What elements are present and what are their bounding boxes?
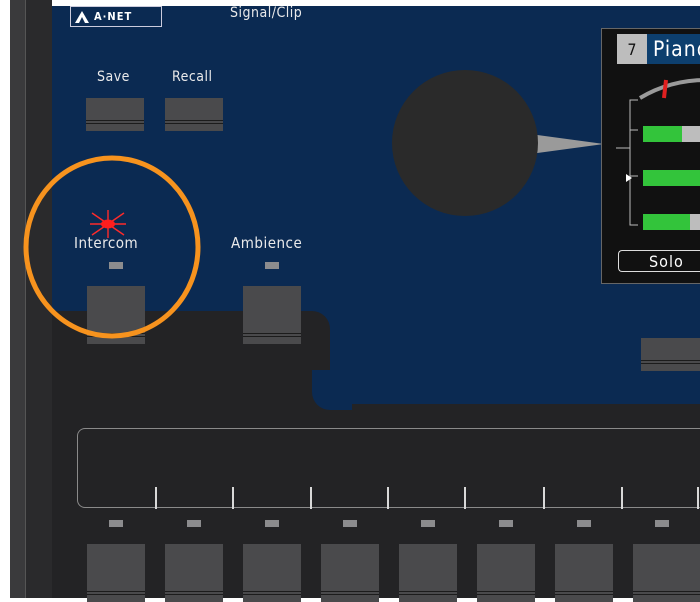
strip-tick <box>310 487 312 509</box>
strip-tick <box>155 487 157 509</box>
strip-tick <box>387 487 389 509</box>
channel-button-2[interactable] <box>165 544 223 602</box>
anet-logo-icon <box>75 10 89 23</box>
highlight-circle <box>23 155 201 339</box>
channel-button-4[interactable] <box>321 544 379 602</box>
channel-name: Piano <box>647 34 700 64</box>
strip-tick <box>464 487 466 509</box>
save-button[interactable] <box>86 98 144 131</box>
channel-led <box>499 520 513 527</box>
recall-label: Recall <box>172 69 213 85</box>
ambience-led <box>265 262 279 269</box>
ambience-button[interactable] <box>243 286 301 344</box>
rotary-knob[interactable] <box>392 70 538 216</box>
channel-led <box>343 520 357 527</box>
strip-tick <box>543 487 545 509</box>
channel-led <box>577 520 591 527</box>
channel-button-1[interactable] <box>87 544 145 602</box>
anet-logo: A·NET <box>70 6 162 27</box>
knob-pointer <box>530 134 604 154</box>
right-panel-button[interactable] <box>641 338 700 371</box>
logo-text: A·NET <box>94 10 133 23</box>
channel-button-5[interactable] <box>399 544 457 602</box>
channel-led <box>265 520 279 527</box>
channel-led <box>421 520 435 527</box>
channel-number: 7 <box>617 34 647 64</box>
meter-2-fill <box>643 170 700 186</box>
strip-tick <box>232 487 234 509</box>
channel-button-3[interactable] <box>243 544 301 602</box>
strip-tick <box>621 487 623 509</box>
signal-clip-label: Signal/Clip <box>230 5 303 21</box>
panel-corner <box>312 370 352 410</box>
solo-button[interactable]: Solo <box>618 250 700 272</box>
meter-1-fill <box>643 126 682 142</box>
channel-button-7[interactable] <box>555 544 613 602</box>
ambience-label: Ambience <box>231 234 303 252</box>
save-label: Save <box>97 69 130 85</box>
channel-led <box>187 520 201 527</box>
recall-button[interactable] <box>165 98 223 131</box>
channel-button-6[interactable] <box>477 544 535 602</box>
channel-button-8[interactable] <box>633 544 700 602</box>
channel-led <box>109 520 123 527</box>
meter-3-fill <box>643 214 690 230</box>
strip-tick <box>697 487 699 509</box>
channel-led <box>655 520 669 527</box>
